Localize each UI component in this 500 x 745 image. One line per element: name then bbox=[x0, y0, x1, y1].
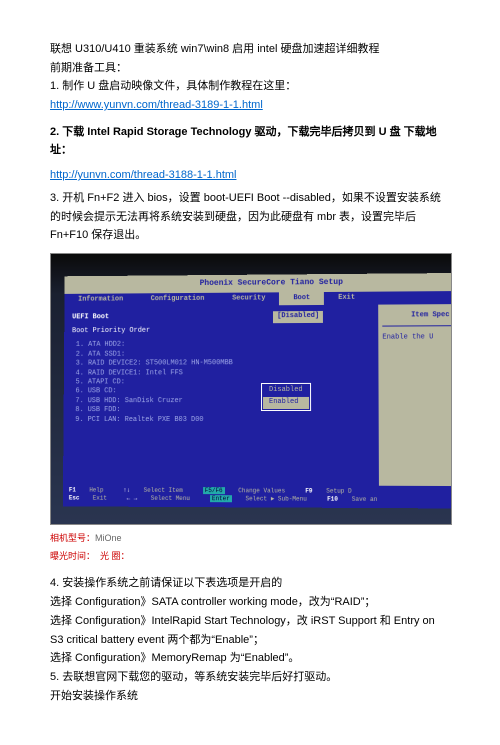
popup-option-disabled: Disabled bbox=[263, 385, 309, 397]
key-lr: ← → bbox=[127, 495, 138, 502]
uefi-boot-label: UEFI Boot bbox=[72, 312, 269, 325]
bios-tab-configuration: Configuration bbox=[137, 292, 218, 306]
key-f10-text: Save an bbox=[352, 496, 378, 503]
boot-item: 4. RAID DEVICE1: Intel FFS bbox=[76, 368, 370, 378]
bios-screenshot: Phoenix SecureCore Tiano Setup Informati… bbox=[50, 253, 452, 525]
key-f10: F10 bbox=[327, 496, 338, 503]
item-spec-title: Item Spec bbox=[382, 310, 452, 326]
key-enter: Enter bbox=[210, 495, 232, 502]
key-lr-text: Select Menu bbox=[151, 495, 190, 502]
uefi-boot-value: [Disabled] bbox=[273, 311, 323, 323]
aperture-label: 光 圈： bbox=[100, 551, 130, 561]
key-f9-text: Setup D bbox=[326, 488, 352, 495]
item-spec-text: Enable the U bbox=[382, 332, 452, 344]
boot-priority-list: 1. ATA HDD2: 2. ATA SSD1: 3. RAID DEVICE… bbox=[75, 340, 369, 425]
popup-option-enabled: Enabled bbox=[263, 397, 309, 409]
step-3: 3. 开机 Fn+F2 进入 bios，设置 boot-UEFI Boot --… bbox=[50, 189, 450, 245]
key-updown-text: Select Item bbox=[144, 487, 183, 494]
key-f1-text: Help bbox=[89, 487, 103, 494]
key-f1: F1 bbox=[69, 487, 76, 494]
step-2: 2. 下载 Intel Rapid Storage Technology 驱动，… bbox=[50, 123, 450, 160]
camera-model-value: MiOne bbox=[95, 533, 122, 543]
uefi-popup: Disabled Enabled bbox=[261, 383, 311, 411]
photo-meta: 相机型号：MiOne bbox=[50, 531, 450, 546]
key-enter-text: Select ► Sub-Menu bbox=[245, 495, 306, 502]
exposure-label: 曝光时间： bbox=[50, 551, 95, 561]
boot-item: 8. USB FDD: bbox=[75, 406, 369, 416]
boot-item: 6. USB CD: bbox=[75, 387, 369, 397]
step-4b: 选择 Configuration》IntelRapid Start Techno… bbox=[50, 612, 450, 649]
step-4-intro: 4. 安装操作系统之前请保证以下表选项是开启的 bbox=[50, 574, 450, 593]
final-line: 开始安装操作系统 bbox=[50, 687, 450, 706]
step-1: 1. 制作 U 盘启动映像文件，具体制作教程在这里： bbox=[50, 77, 450, 96]
link-irst-driver[interactable]: http://yunvn.com/thread-3188-1-1.html bbox=[50, 169, 236, 181]
step-5: 5. 去联想官网下载您的驱动，等系统安装完毕后好打驱动。 bbox=[50, 668, 450, 687]
key-f9: F9 bbox=[305, 488, 312, 495]
boot-priority-label: Boot Priority Order bbox=[72, 325, 369, 338]
boot-item: 9. PCI LAN: Realtek PXE B03 D00 bbox=[75, 416, 369, 426]
bios-tab-boot: Boot bbox=[279, 291, 324, 305]
photo-meta2: 曝光时间： 光 圈： bbox=[50, 549, 450, 564]
step-4a: 选择 Configuration》SATA controller working… bbox=[50, 593, 450, 612]
camera-model-label: 相机型号： bbox=[50, 533, 95, 543]
bios-tab-security: Security bbox=[218, 292, 279, 306]
step-4c: 选择 Configuration》MemoryRemap 为“Enabled”。 bbox=[50, 649, 450, 668]
bios-footer: F1 Help ↑↓ Select Item F5/F6 Change Valu… bbox=[63, 485, 452, 509]
boot-item: 5. ATAPI CD: bbox=[76, 378, 370, 388]
bios-tab-information: Information bbox=[64, 293, 136, 307]
key-updown: ↑↓ bbox=[123, 487, 130, 494]
key-esc-text: Exit bbox=[93, 495, 107, 502]
key-esc: Esc bbox=[69, 495, 80, 502]
key-f5f6: F5/F6 bbox=[203, 487, 225, 494]
prep-heading: 前期准备工具： bbox=[50, 59, 450, 78]
bios-tab-exit: Exit bbox=[324, 291, 369, 305]
article-title: 联想 U310/U410 重装系统 win7\win8 启用 intel 硬盘加… bbox=[50, 40, 450, 59]
link-ubootimage[interactable]: http://www.yunvn.com/thread-3189-1-1.htm… bbox=[50, 99, 263, 111]
boot-item: 7. USB HDD: SanDisk Cruzer bbox=[75, 397, 369, 407]
key-f5f6-text: Change Values bbox=[238, 488, 285, 495]
